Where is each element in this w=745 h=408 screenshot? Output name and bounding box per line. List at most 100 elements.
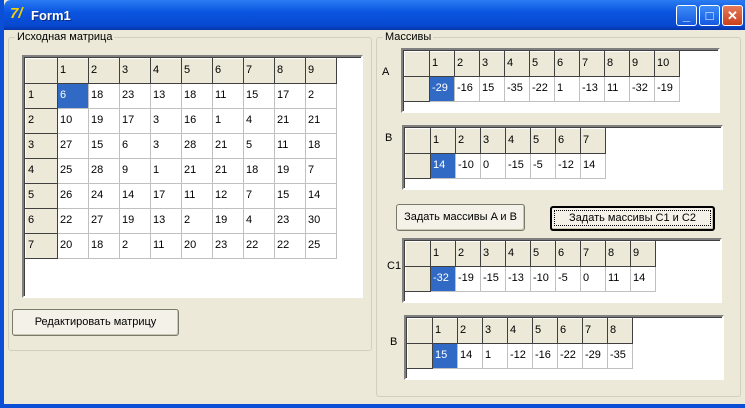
matrix-cell[interactable]: 18 xyxy=(88,233,120,259)
matrix-cell[interactable]: 14 xyxy=(305,183,337,209)
set-arrays-c1c2-button[interactable]: Задать массивы C1 и C2 xyxy=(550,206,715,231)
array-cell[interactable]: -19 xyxy=(654,76,680,102)
edit-matrix-button[interactable]: Редактировать матрицу xyxy=(12,309,179,336)
matrix-cell[interactable]: 7 xyxy=(305,158,337,184)
matrix-cell[interactable]: 19 xyxy=(119,208,151,234)
minimize-button[interactable]: _ xyxy=(676,5,697,26)
matrix-cell[interactable]: 17 xyxy=(150,183,182,209)
matrix-cell[interactable]: 15 xyxy=(243,83,275,109)
matrix-cell[interactable]: 18 xyxy=(243,158,275,184)
matrix-cell[interactable]: 19 xyxy=(88,108,120,134)
array-cell[interactable]: -35 xyxy=(504,76,530,102)
array-cell[interactable]: 14 xyxy=(630,266,656,292)
matrix-cell[interactable]: 4 xyxy=(243,208,275,234)
matrix-cell[interactable]: 16 xyxy=(181,108,213,134)
array-cell[interactable]: -15 xyxy=(505,153,531,179)
matrix-cell[interactable]: 3 xyxy=(150,133,182,159)
array-cell[interactable]: 15 xyxy=(479,76,505,102)
array-cell[interactable]: 1 xyxy=(554,76,580,102)
matrix-cell[interactable]: 11 xyxy=(212,83,244,109)
matrix-cell[interactable]: 28 xyxy=(88,158,120,184)
matrix-cell[interactable]: 11 xyxy=(274,133,306,159)
matrix-cell[interactable]: 18 xyxy=(305,133,337,159)
matrix-cell[interactable]: 19 xyxy=(212,208,244,234)
array-cell[interactable]: -22 xyxy=(529,76,555,102)
matrix-cell[interactable]: 23 xyxy=(274,208,306,234)
array-cell[interactable]: -19 xyxy=(455,266,481,292)
array-cell[interactable]: -13 xyxy=(579,76,605,102)
array-cell[interactable]: -29 xyxy=(429,76,455,102)
title-bar[interactable]: 7/ Form1 _ □ ✕ xyxy=(4,0,745,30)
matrix-cell[interactable]: 22 xyxy=(274,233,306,259)
matrix-cell[interactable]: 27 xyxy=(88,208,120,234)
matrix-cell[interactable]: 20 xyxy=(181,233,213,259)
matrix-cell[interactable]: 23 xyxy=(119,83,151,109)
matrix-cell[interactable]: 2 xyxy=(181,208,213,234)
matrix-cell[interactable]: 22 xyxy=(57,208,89,234)
matrix-cell[interactable]: 24 xyxy=(88,183,120,209)
matrix-cell[interactable]: 21 xyxy=(212,133,244,159)
matrix-cell[interactable]: 26 xyxy=(57,183,89,209)
matrix-cell[interactable]: 13 xyxy=(150,83,182,109)
array-cell[interactable]: -15 xyxy=(480,266,506,292)
array-cell[interactable]: -13 xyxy=(505,266,531,292)
matrix-cell[interactable]: 12 xyxy=(212,183,244,209)
matrix-cell[interactable]: 15 xyxy=(274,183,306,209)
matrix-cell[interactable]: 2 xyxy=(305,83,337,109)
matrix-cell[interactable]: 2 xyxy=(119,233,151,259)
matrix-cell[interactable]: 21 xyxy=(212,158,244,184)
matrix-cell[interactable]: 4 xyxy=(243,108,275,134)
array-cell[interactable]: -16 xyxy=(532,343,558,369)
array-cell[interactable]: 14 xyxy=(430,153,456,179)
matrix-cell[interactable]: 18 xyxy=(88,83,120,109)
maximize-button[interactable]: □ xyxy=(699,5,720,26)
matrix-cell[interactable]: 17 xyxy=(119,108,151,134)
matrix-cell[interactable]: 20 xyxy=(57,233,89,259)
array-cell[interactable]: 1 xyxy=(482,343,508,369)
matrix-cell[interactable]: 27 xyxy=(57,133,89,159)
array-cell[interactable]: -10 xyxy=(455,153,481,179)
array-c2-grid[interactable]: 1 2 3 4 5 6 7 8 15 14 1 -12 -16 -22 -29 -35 xyxy=(404,315,724,380)
array-cell[interactable]: 11 xyxy=(604,76,630,102)
matrix-cell[interactable]: 25 xyxy=(305,233,337,259)
array-b-grid[interactable]: 1 2 3 4 5 6 7 14 -10 0 -15 -5 -12 14 xyxy=(402,125,723,190)
matrix-cell[interactable]: 17 xyxy=(274,83,306,109)
array-cell[interactable]: 11 xyxy=(605,266,631,292)
matrix-cell[interactable]: 11 xyxy=(150,233,182,259)
array-cell[interactable]: -35 xyxy=(607,343,633,369)
matrix-cell[interactable]: 21 xyxy=(181,158,213,184)
matrix-cell[interactable]: 25 xyxy=(57,158,89,184)
matrix-cell[interactable]: 13 xyxy=(150,208,182,234)
array-cell[interactable]: -12 xyxy=(507,343,533,369)
matrix-cell[interactable]: 11 xyxy=(181,183,213,209)
matrix-cell[interactable]: 7 xyxy=(243,183,275,209)
matrix-cell[interactable]: 23 xyxy=(212,233,244,259)
array-cell[interactable]: 14 xyxy=(580,153,606,179)
matrix-cell[interactable]: 14 xyxy=(119,183,151,209)
array-table[interactable]: 1 2 3 4 5 6 7 8 9 -32 -19 -15 -13 -10 -5 0 11 14 xyxy=(405,241,656,292)
matrix-cell[interactable]: 5 xyxy=(243,133,275,159)
matrix-cell[interactable]: 21 xyxy=(305,108,337,134)
array-table[interactable]: 1 2 3 4 5 6 7 8 15 14 1 -12 -16 -22 -29 -35 xyxy=(407,318,633,369)
matrix-grid[interactable]: 1 2 3 4 5 6 7 8 9 1 6 18 23 13 18 11 15 17 2 2 10 19 17 3 16 1 4 21… xyxy=(22,55,363,298)
matrix-cell[interactable]: 15 xyxy=(88,133,120,159)
matrix-cell[interactable]: 10 xyxy=(57,108,89,134)
array-cell[interactable]: -12 xyxy=(555,153,581,179)
matrix-cell[interactable]: 6 xyxy=(119,133,151,159)
array-cell[interactable]: 0 xyxy=(580,266,606,292)
array-c1-grid[interactable]: 1 2 3 4 5 6 7 8 9 -32 -19 -15 -13 -10 -5 0 11 14 xyxy=(402,238,722,303)
array-table[interactable]: 1 2 3 4 5 6 7 8 9 10 -29 -16 15 -35 -22 1 -13 11 -32 -19 xyxy=(404,51,680,102)
array-table[interactable]: 1 2 3 4 5 6 7 14 -10 0 -15 -5 -12 14 xyxy=(405,128,606,179)
array-cell[interactable]: -32 xyxy=(629,76,655,102)
array-cell[interactable]: 0 xyxy=(480,153,506,179)
close-button[interactable]: ✕ xyxy=(722,5,743,26)
matrix-cell[interactable]: 6 xyxy=(57,83,89,109)
array-cell[interactable]: -16 xyxy=(454,76,480,102)
array-cell[interactable]: 14 xyxy=(457,343,483,369)
matrix-cell[interactable]: 1 xyxy=(150,158,182,184)
matrix-cell[interactable]: 30 xyxy=(305,208,337,234)
set-arrays-ab-button[interactable]: Задать массивы A и B xyxy=(396,204,525,231)
array-cell[interactable]: -5 xyxy=(555,266,581,292)
array-a-grid[interactable]: 1 2 3 4 5 6 7 8 9 10 -29 -16 15 -35 -22 1 -13 11 -32 -19 xyxy=(401,48,720,113)
array-cell[interactable]: -29 xyxy=(582,343,608,369)
